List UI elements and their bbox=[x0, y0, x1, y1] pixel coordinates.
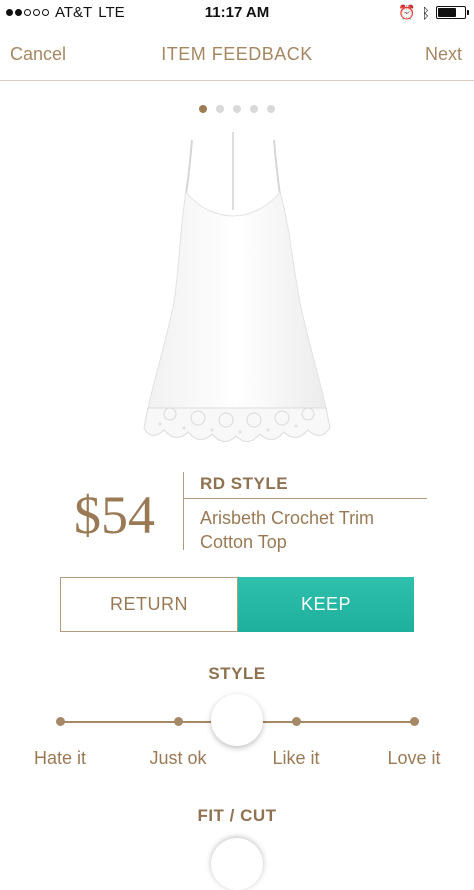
style-slider-thumb[interactable] bbox=[211, 694, 263, 746]
divider bbox=[183, 498, 427, 499]
page-dot[interactable] bbox=[233, 105, 241, 113]
navigation-bar: Cancel ITEM FEEDBACK Next bbox=[0, 30, 474, 81]
battery-icon bbox=[436, 6, 469, 19]
bluetooth-icon: ᛒ bbox=[421, 4, 430, 21]
product-image bbox=[143, 132, 331, 442]
page-dot[interactable] bbox=[199, 105, 207, 113]
rating-option-love-it[interactable]: Love it bbox=[364, 748, 464, 769]
page-dot[interactable] bbox=[267, 105, 275, 113]
alarm-icon: ⏰ bbox=[398, 4, 416, 20]
price: $54 bbox=[74, 485, 155, 545]
slider-tick[interactable] bbox=[410, 717, 419, 726]
rating-option-hate-it[interactable]: Hate it bbox=[10, 748, 110, 769]
divider bbox=[183, 472, 184, 550]
style-section-title: STYLE bbox=[208, 664, 266, 683]
slider-tick[interactable] bbox=[174, 717, 183, 726]
rating-option-like-it[interactable]: Like it bbox=[246, 748, 346, 769]
fit-section-title: FIT / CUT bbox=[197, 806, 277, 825]
return-keep-toggle: RETURN KEEP bbox=[60, 577, 414, 632]
brand-name: RD STYLE bbox=[200, 474, 289, 493]
return-button[interactable]: RETURN bbox=[60, 577, 238, 632]
page-indicator[interactable] bbox=[0, 105, 474, 113]
status-bar: AT&T LTE 11:17 AM ⏰ ᛒ bbox=[0, 0, 474, 26]
next-button[interactable]: Next bbox=[425, 44, 462, 65]
keep-button[interactable]: KEEP bbox=[238, 577, 414, 632]
product-name: Arisbeth Crochet Trim Cotton Top bbox=[200, 508, 375, 552]
page-dot[interactable] bbox=[250, 105, 258, 113]
rating-option-just-ok[interactable]: Just ok bbox=[128, 748, 228, 769]
page-title: ITEM FEEDBACK bbox=[161, 44, 313, 64]
slider-tick[interactable] bbox=[292, 717, 301, 726]
fit-slider-thumb[interactable] bbox=[211, 838, 263, 890]
page-dot[interactable] bbox=[216, 105, 224, 113]
slider-tick[interactable] bbox=[56, 717, 65, 726]
